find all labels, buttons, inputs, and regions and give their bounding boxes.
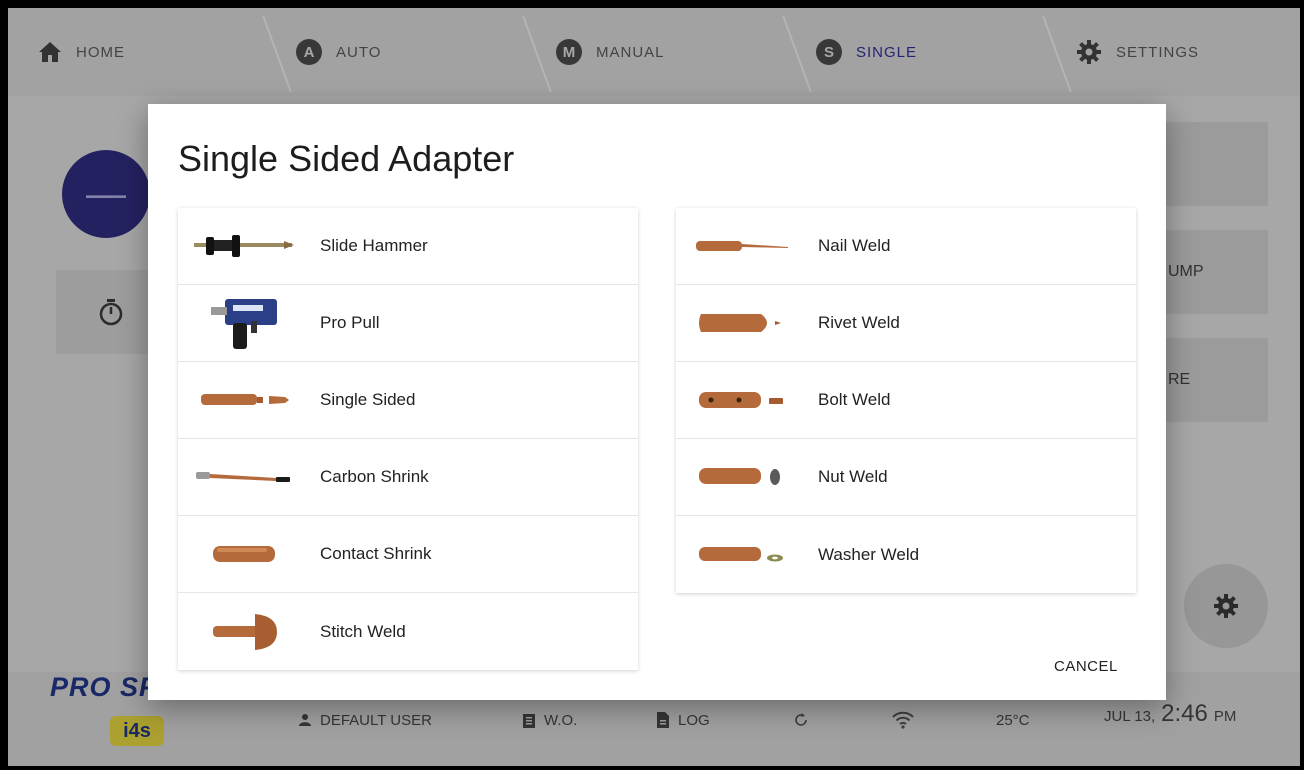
adapter-item-label: Nut Weld [818, 467, 888, 486]
nail-weld-icon [696, 241, 788, 251]
adapter-item-label: Washer Weld [818, 544, 920, 564]
dialog-title: Single Sided Adapter [178, 138, 515, 179]
adapter-item-label: Pro Pull [320, 313, 380, 332]
adapter-item-label: Rivet Weld [818, 313, 900, 332]
single-sided-icon [201, 394, 289, 405]
adapter-item-washer-weld[interactable]: Washer Weld [676, 516, 1136, 593]
adapter-item-single-sided[interactable]: Single Sided [178, 362, 638, 439]
adapter-item-nail-weld[interactable]: Nail Weld [676, 208, 1136, 285]
adapter-item-stitch-weld[interactable]: Stitch Weld [178, 593, 638, 670]
adapter-item-label: Bolt Weld [818, 390, 891, 409]
stitch-weld-icon [213, 613, 277, 650]
adapter-item-contact-shrink[interactable]: Contact Shrink [178, 516, 638, 593]
cancel-button[interactable]: CANCEL [1050, 654, 1122, 679]
adapter-item-label: Carbon Shrink [320, 467, 429, 486]
washer-weld-icon [699, 546, 783, 561]
adapter-item-pro-pull[interactable]: Pro Pull [178, 285, 638, 362]
rivet-weld-icon [699, 314, 781, 332]
adapter-item-label: Contact Shrink [320, 544, 432, 563]
adapter-item-label: Stitch Weld [320, 621, 406, 641]
adapter-item-rivet-weld[interactable]: Rivet Weld [676, 285, 1136, 362]
slide-hammer-icon [194, 235, 294, 257]
adapter-item-label: Nail Weld [818, 236, 891, 255]
adapter-item-bolt-weld[interactable]: Bolt Weld [676, 362, 1136, 439]
adapter-item-carbon-shrink[interactable]: Carbon Shrink [178, 439, 638, 516]
adapter-dialog: Single Sided Adapter Slide Hammer Pro Pu… [148, 104, 1166, 700]
carbon-shrink-icon [196, 472, 290, 482]
adapter-item-nut-weld[interactable]: Nut Weld [676, 439, 1136, 516]
pro-pull-icon [211, 299, 277, 349]
adapter-item-label: Slide Hammer [320, 236, 428, 255]
adapter-item-slide-hammer[interactable]: Slide Hammer [178, 208, 638, 285]
adapter-list-right: Nail Weld Rivet Weld Bolt Weld Nut Weld … [676, 208, 1136, 593]
nut-weld-icon [699, 468, 780, 485]
contact-shrink-icon [213, 546, 275, 562]
adapter-item-label: Single Sided [320, 390, 416, 409]
adapter-list-left: Slide Hammer Pro Pull Single Sided Carbo… [178, 208, 638, 670]
bolt-weld-icon [699, 392, 783, 408]
